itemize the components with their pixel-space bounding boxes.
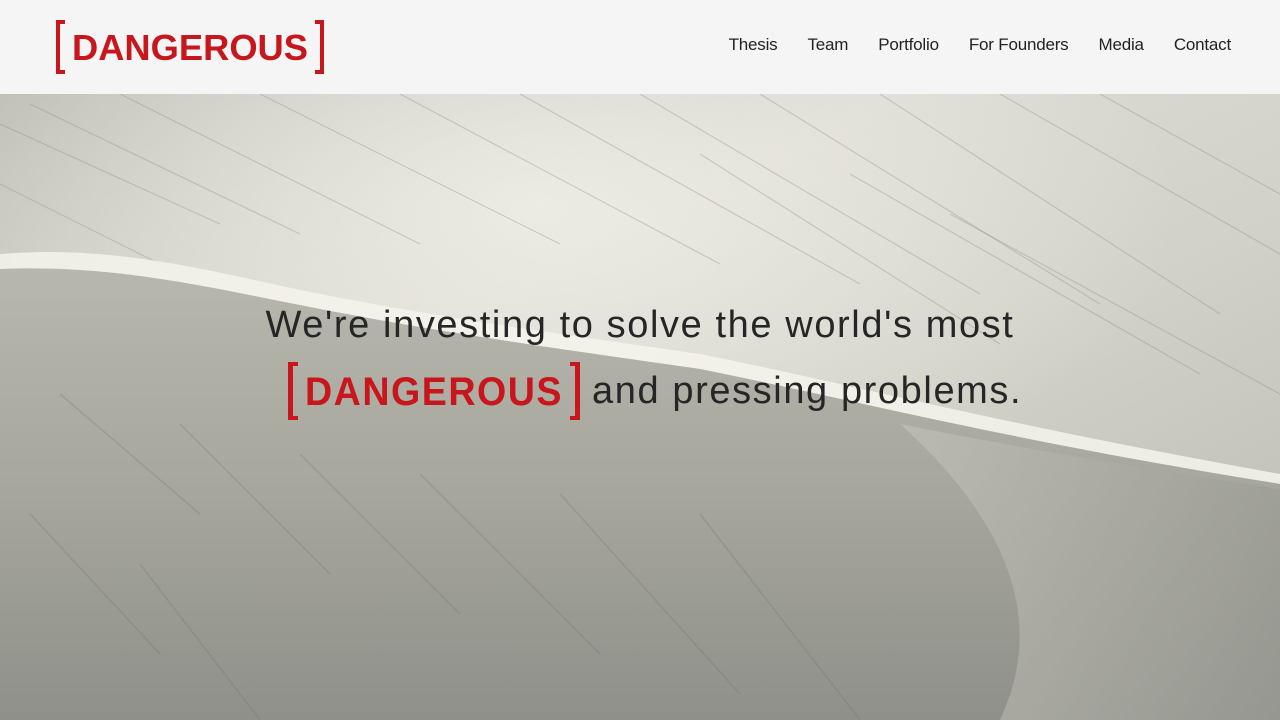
nav-item-thesis[interactable]: Thesis xyxy=(729,35,778,55)
nav-item-for-founders[interactable]: For Founders xyxy=(969,35,1069,55)
hero-tagline-line2: DANGEROUS and pressing problems. xyxy=(286,360,1022,422)
hero-section: We're investing to solve the world's mos… xyxy=(0,94,1280,720)
brand-logo-mark: DANGEROUS xyxy=(56,20,324,74)
nav-item-team[interactable]: Team xyxy=(807,35,848,55)
brand-logo-text: DANGEROUS xyxy=(72,27,308,68)
hero-inline-brand-text: DANGEROUS xyxy=(305,370,563,414)
nav-item-media[interactable]: Media xyxy=(1099,35,1145,55)
nav-item-portfolio[interactable]: Portfolio xyxy=(878,35,939,55)
hero-tagline-line2-text: and pressing problems. xyxy=(592,369,1023,412)
brand-logo[interactable]: DANGEROUS xyxy=(54,19,326,75)
hero-inline-brand-logo: DANGEROUS xyxy=(288,362,580,420)
page: DANGEROUS Thesis Team Portfolio For Foun… xyxy=(0,0,1280,720)
hero-tagline-line1: We're investing to solve the world's mos… xyxy=(265,304,1015,346)
nav-item-contact[interactable]: Contact xyxy=(1174,35,1231,55)
main-nav: Thesis Team Portfolio For Founders Media… xyxy=(729,0,1232,90)
site-header: DANGEROUS Thesis Team Portfolio For Foun… xyxy=(0,0,1280,94)
